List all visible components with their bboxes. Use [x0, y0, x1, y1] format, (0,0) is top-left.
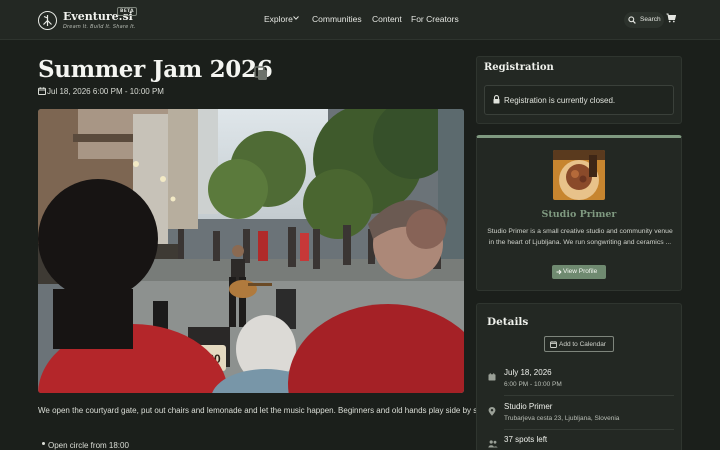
logo-icon[interactable] [38, 11, 57, 30]
divider [504, 429, 674, 430]
add-to-calendar-button[interactable]: Add to Calendar [544, 336, 614, 352]
nav-explore[interactable]: Explore [264, 14, 293, 24]
details-date: July 18, 2026 [504, 368, 552, 377]
host-name[interactable]: Studio Primer [477, 209, 681, 220]
view-profile-label: View Profile [563, 268, 598, 275]
search-icon [628, 16, 636, 24]
nav-for-creators[interactable]: For Creators [411, 14, 459, 24]
details-spots: 37 spots left [504, 435, 548, 444]
nav-communities[interactable]: Communities [312, 14, 362, 24]
details-venue[interactable]: Studio Primer [504, 402, 552, 411]
details-card: Details Add to Calendar July 18, 2026 6:… [476, 303, 682, 450]
details-title: Details [487, 316, 529, 328]
host-avatar[interactable] [553, 150, 605, 200]
lock-icon [493, 95, 500, 104]
event-title: Summer Jam 2026 [38, 56, 273, 83]
registration-title: Registration [484, 62, 554, 73]
cart-icon[interactable] [666, 13, 676, 23]
registration-status: Registration is currently closed. [484, 85, 674, 115]
schedule-item: Open circle from 18:00 [48, 441, 129, 450]
copy-icon[interactable] [254, 66, 268, 81]
calendar-icon [488, 373, 496, 381]
location-pin-icon [488, 407, 496, 416]
arrow-right-icon [556, 269, 562, 275]
calendar-add-icon [550, 341, 557, 348]
chevron-down-icon[interactable] [293, 15, 299, 21]
registration-message: Registration is currently closed. [504, 96, 616, 105]
divider [504, 395, 674, 396]
top-navbar: Eventure.si Dream It. Build It. Share It… [0, 0, 720, 40]
host-card: Studio Primer Studio Primer is a small c… [476, 135, 682, 291]
bullet-dot [42, 442, 45, 445]
people-icon [488, 440, 498, 448]
event-description: We open the courtyard gate, put out chai… [38, 406, 491, 415]
view-profile-button[interactable]: View Profile [552, 265, 606, 279]
search-button[interactable]: Search [624, 12, 664, 28]
nav-content[interactable]: Content [372, 14, 402, 24]
search-label: Search [640, 16, 661, 23]
beta-badge: BETA [117, 7, 137, 16]
details-time: 6:00 PM - 10:00 PM [504, 381, 562, 388]
registration-card: Registration Registration is currently c… [476, 56, 682, 124]
calendar-icon [38, 87, 46, 95]
event-datetime: Jul 18, 2026 6:00 PM - 10:00 PM [47, 87, 164, 96]
host-description: Studio Primer is a small creative studio… [487, 228, 673, 246]
details-address: Trubarjeva cesta 23, Ljubljana, Slovenia [504, 415, 620, 422]
event-hero-image: CD$20 [38, 109, 464, 393]
brand-tagline: Dream It. Build It. Share It. [63, 24, 136, 30]
add-to-calendar-label: Add to Calendar [559, 341, 606, 348]
